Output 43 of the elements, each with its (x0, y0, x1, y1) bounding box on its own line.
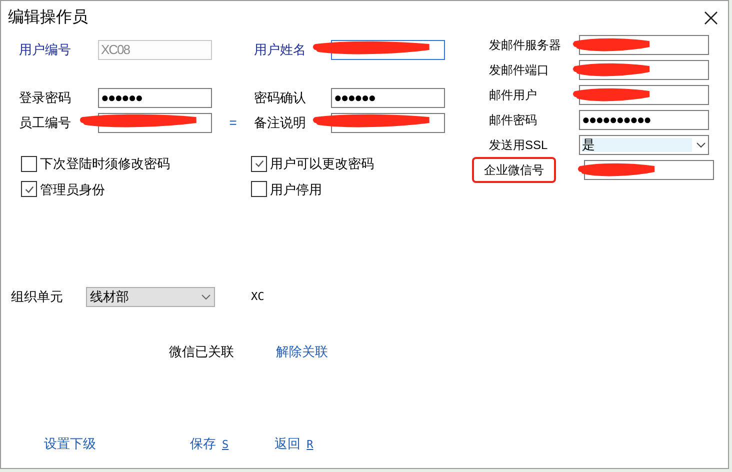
field-label: 发邮件服务器 (489, 37, 562, 54)
checkbox[interactable] (251, 156, 267, 172)
field-label: 组织单元 (11, 288, 64, 306)
checkbox-option[interactable]: 管理员身份 (21, 180, 251, 199)
input-field[interactable]: ●●●●●● (98, 88, 212, 108)
input-field[interactable] (579, 35, 709, 55)
checkbox-option[interactable]: 用户停用 (251, 180, 451, 199)
field-label: 邮件用户 (489, 87, 538, 104)
field-label: 员工编号 (19, 114, 72, 132)
field-label: 发邮件端口 (489, 62, 550, 79)
field-label: 登录密码 (19, 88, 72, 107)
field-label: 备注说明 (254, 114, 307, 132)
wechat-status: 微信已关联 (169, 343, 234, 361)
dropdown[interactable]: 线材部 (86, 287, 215, 307)
field-label: 用户编号 (19, 40, 72, 59)
chevron-down-icon (201, 294, 211, 300)
input-field[interactable]: ●●●●●●●●●● (579, 110, 709, 130)
unlink-link[interactable]: 解除关联 (276, 342, 328, 362)
window-title: 编辑操作员 (8, 8, 88, 28)
check-icon (254, 158, 264, 170)
chevron-down-icon (696, 142, 706, 148)
input-field[interactable]: ●●●●●● (331, 88, 445, 108)
text-button[interactable]: 返回 R (274, 434, 314, 453)
checkbox-option[interactable]: 用户可以更改密码 (251, 154, 451, 174)
field-label: 密码确认 (254, 88, 307, 107)
field-label: 企业微信号 (472, 157, 556, 183)
text-button[interactable]: 设置下级 (44, 434, 96, 453)
checkbox[interactable] (251, 181, 267, 198)
checkbox[interactable] (21, 181, 37, 198)
text-button[interactable]: 保存 S (190, 434, 229, 453)
dropdown[interactable]: 是 (579, 135, 709, 155)
field-label: 发送用SSL (489, 137, 549, 154)
input-field[interactable] (579, 85, 709, 105)
org-code: XC (251, 288, 264, 305)
input-field[interactable] (584, 160, 714, 180)
checkbox[interactable] (21, 156, 37, 172)
close-icon[interactable] (704, 11, 718, 25)
check-icon (24, 184, 34, 195)
input-field[interactable] (579, 60, 709, 80)
field-label: 邮件密码 (489, 112, 538, 129)
checkbox-option[interactable]: 下次登陆时须修改密码 (21, 154, 251, 174)
equals-sign: = (228, 114, 238, 132)
field-label: 用户姓名 (254, 40, 307, 59)
